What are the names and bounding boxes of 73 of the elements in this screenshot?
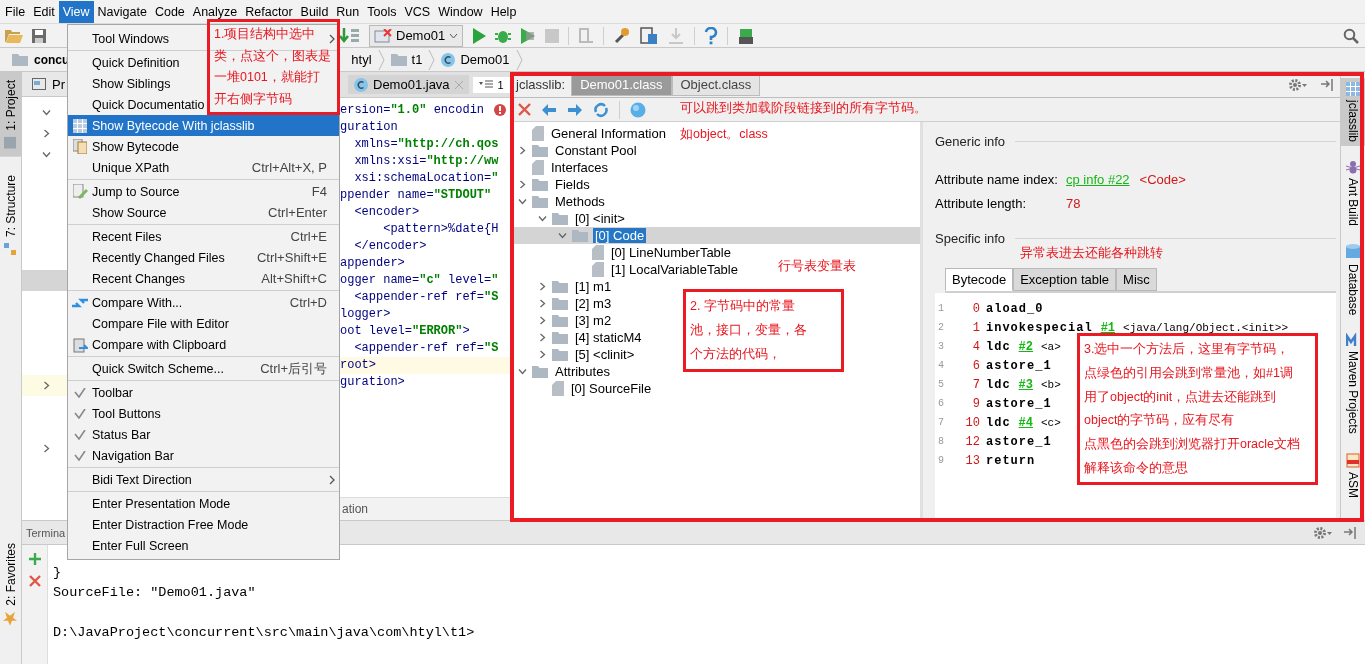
line-number: 4 [937, 360, 945, 371]
line-number: 2 [937, 322, 945, 333]
instruction-comment: <c> [1041, 416, 1061, 429]
code-line: guration> [340, 374, 405, 391]
terminal-line: SourceFile: "Demo01.java" [53, 584, 257, 602]
code-line: ppender name="STDOUT" [340, 187, 492, 204]
annotation-text: 池，接口，变量，各 [690, 322, 807, 339]
shortcut-label: Ctrl+Enter [268, 205, 328, 220]
code-line: guration [340, 119, 398, 136]
line-number: 9 [937, 455, 945, 466]
instruction-comment: <java/lang/Object.<init>> [1123, 321, 1289, 334]
bytecode-offset: 0 [971, 301, 981, 316]
annotation-text: 一堆0101，就能打 [214, 69, 320, 87]
code-line: </encoder> [353, 238, 427, 255]
annotation-text: 如object。class [680, 126, 768, 143]
code-line: xmlns="http://ch.qos [353, 136, 499, 153]
shortcut-label: Ctrl+后引号 [260, 359, 328, 378]
code-line: appender> [340, 255, 405, 272]
bytecode-offset: 12 [964, 434, 981, 449]
shortcut-label: Alt+Shift+C [261, 271, 328, 286]
annotation-text: 开右侧字节码 [214, 90, 292, 108]
code-line: xmlns:xsi="http://ww [353, 153, 499, 170]
annotation-text: 个方法的代码， [690, 346, 781, 364]
code-line: logger> [340, 306, 391, 323]
line-number: 3 [937, 341, 945, 352]
field-value: <Code> [1139, 171, 1186, 187]
line-number: 8 [937, 436, 945, 447]
annotation-text: 3.选中一个方法后，这里有字节码， [1084, 341, 1290, 359]
code-line: ogger name="c" level=" [340, 272, 499, 289]
bytecode-offset: 9 [971, 396, 981, 411]
line-number: 7 [937, 417, 945, 428]
bytecode-offset: 6 [971, 358, 981, 373]
shortcut-label: F4 [311, 184, 328, 199]
code-line: ersion="1.0" encodin [340, 102, 485, 119]
bytecode-offset: 13 [964, 453, 981, 468]
annotation-text: 点绿色的引用会跳到常量池，如#1调 [1084, 365, 1293, 382]
shortcut-label: Ctrl+Shift+E [256, 250, 328, 265]
line-number: 1 [937, 303, 945, 314]
code-line: <appender-ref ref="S [353, 289, 499, 306]
annotation-text: 1.项目结构中选中 [214, 26, 316, 44]
annotation-text: 解释该命令的意思 [1084, 459, 1188, 477]
terminal-line: } [53, 564, 63, 582]
bytecode-offset: 7 [971, 377, 981, 392]
shortcut-label: Ctrl+E [290, 229, 328, 244]
section-title: Specific info [935, 231, 1006, 246]
annotation-text: 异常表进去还能各种跳转 [1020, 245, 1163, 262]
bytecode-offset: 10 [964, 415, 981, 430]
annotation-text: object的字节码，应有尽有 [1084, 412, 1235, 430]
section-title: Generic info [935, 134, 1006, 149]
annotation-text: 可以跳到类加载阶段链接到的所有字节码。 [680, 100, 927, 117]
annotation-text: 点黑色的会跳到浏览器打开oracle文档 [1084, 435, 1301, 453]
field-value: 78 [1066, 195, 1081, 211]
field-label: Attribute length: [935, 195, 1028, 211]
terminal-prompt: D:\JavaProject\concurrent\src\main\java\com\htyl\t1> [53, 624, 475, 642]
annotation-text: 2. 字节码中的常量 [690, 297, 795, 315]
code-line: oot level="ERROR"> [340, 323, 470, 340]
line-number: 5 [937, 379, 945, 390]
line-number: 6 [937, 398, 945, 409]
viewer-label: jclasslib: [516, 77, 567, 92]
shortcut-label: Ctrl+Alt+X, P [251, 160, 328, 175]
code-line: <encoder> [353, 204, 420, 221]
instruction-comment: <b> [1041, 378, 1061, 391]
shortcut-label: Ctrl+D [289, 295, 328, 310]
annotation-text: 行号表变量表 [778, 258, 856, 275]
code-line: <pattern>%date{H [382, 221, 499, 238]
field-label: Attribute name index: [935, 171, 1059, 187]
instruction-comment: <a> [1041, 340, 1061, 353]
bytecode-offset: 1 [971, 320, 981, 335]
annotation-text: 用了object的init，点进去还能跳到 [1084, 388, 1277, 406]
code-line: xsi:schemaLocation=" [353, 170, 499, 187]
bytecode-offset: 4 [971, 339, 981, 354]
annotation-text: 类，点这个，图表是 [214, 47, 331, 65]
code-line: <appender-ref ref="S [353, 340, 499, 357]
